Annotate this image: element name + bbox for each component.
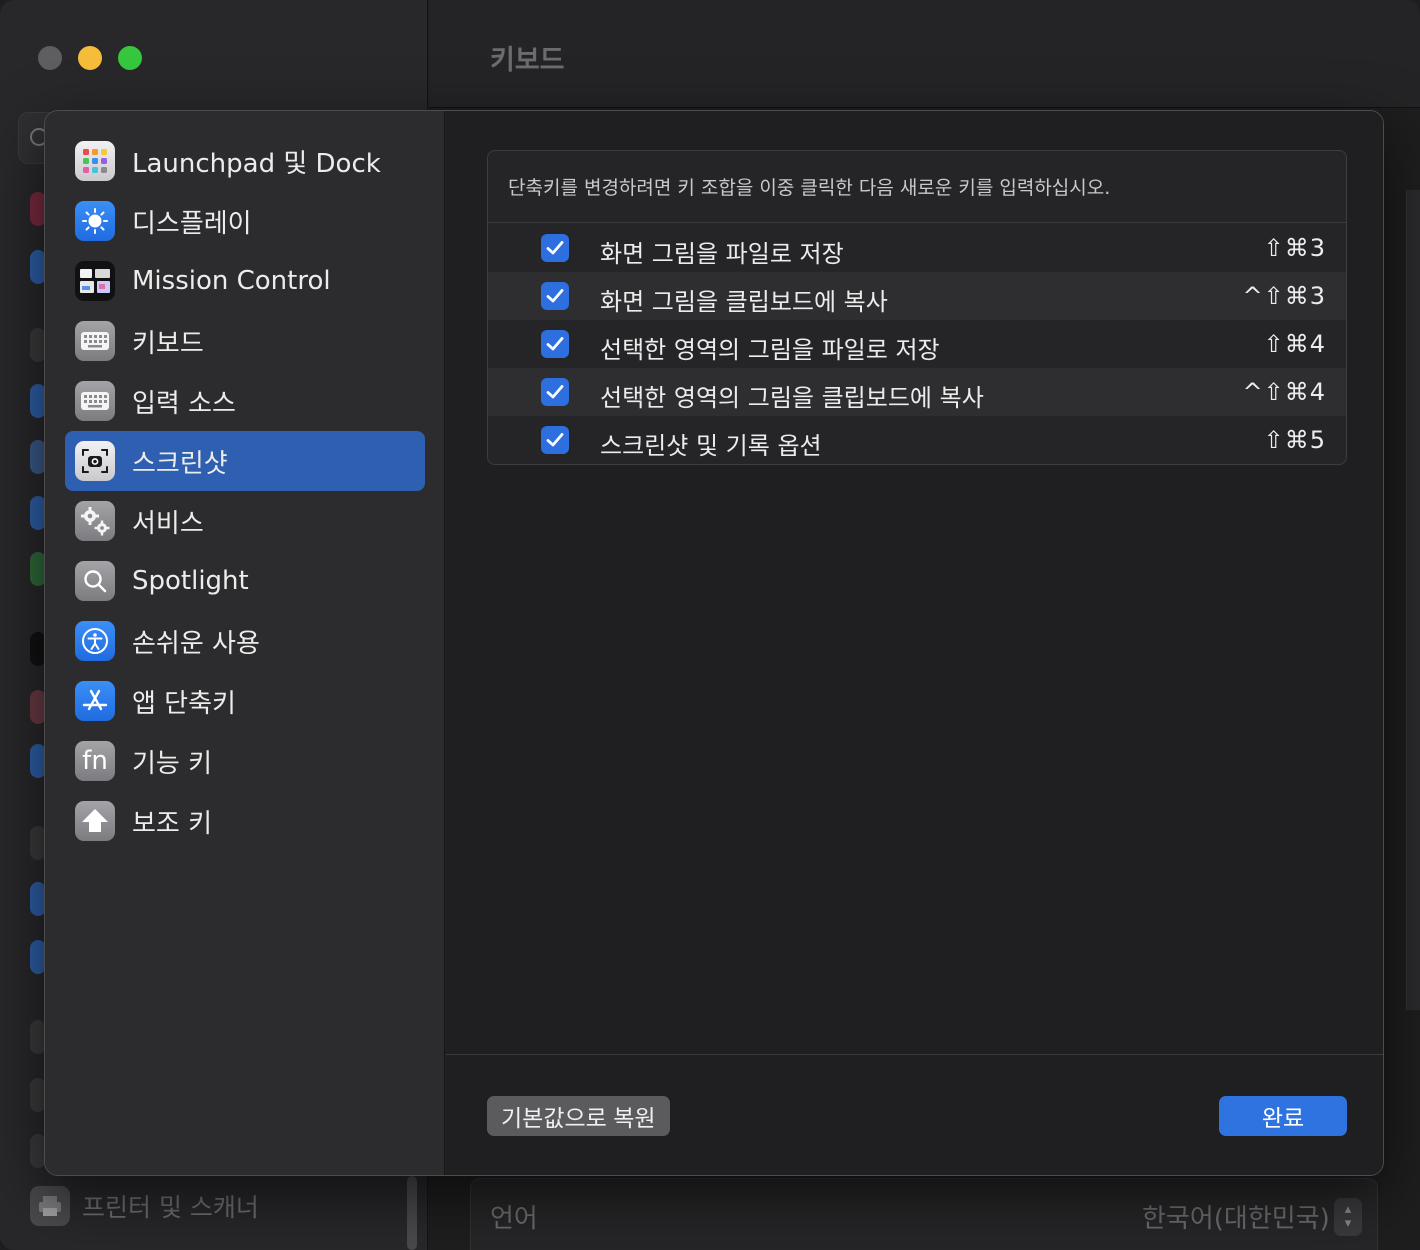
- sidebar-item-label: 디스플레이: [132, 208, 252, 239]
- sidebar-item-label: 입력 소스: [132, 388, 236, 419]
- sidebar-item-label: 앱 단축키: [132, 688, 236, 719]
- sidebar-item-services[interactable]: 서비스: [65, 491, 425, 551]
- background-titlebar: [429, 0, 1420, 108]
- sidebar-item-spotlight[interactable]: Spotlight: [65, 551, 425, 611]
- shortcut-rows: 화면 그림을 파일로 저장 ⇧⌘3 화면 그림을 클립보드에 복사 ^⇧⌘3 선…: [488, 224, 1346, 464]
- close-window-button[interactable]: [38, 46, 62, 70]
- shortcut-checkbox[interactable]: [541, 378, 569, 406]
- checkmark-icon: [546, 241, 564, 255]
- input-source-icon: [75, 381, 115, 421]
- language-value: 한국어(대한민국): [1142, 1204, 1330, 1234]
- sidebar-item-label: 스크린샷: [132, 448, 228, 479]
- sidebar-item-label: 기능 키: [132, 748, 213, 779]
- sidebar-item-label: 서비스: [132, 508, 204, 539]
- chevron-up-icon: ▴: [1344, 1202, 1352, 1217]
- sidebar-item-display[interactable]: 디스플레이: [65, 191, 425, 251]
- language-label: 언어: [490, 1204, 538, 1234]
- shortcut-row[interactable]: 화면 그림을 클립보드에 복사 ^⇧⌘3: [488, 272, 1346, 320]
- sidebar-item-app-shortcuts[interactable]: 앱 단축키: [65, 671, 425, 731]
- sidebar-item-label: 프린터 및 스캐너: [82, 1193, 259, 1222]
- launchpad-icon: [75, 141, 115, 181]
- instruction-text: 단축키를 변경하려면 키 조합을 이중 클릭한 다음 새로운 키를 입력하십시오…: [508, 177, 1111, 199]
- sidebar-item-input-sources[interactable]: 입력 소스: [65, 371, 425, 431]
- shortcut-checkbox[interactable]: [541, 282, 569, 310]
- restore-defaults-button[interactable]: 기본값으로 복원: [487, 1096, 670, 1136]
- printer-icon: [30, 1186, 70, 1226]
- shortcut-category-list: Launchpad 및 Dock 디스플레이 Mission Control 키…: [65, 131, 425, 851]
- sidebar-item-accessibility[interactable]: 손쉬운 사용: [65, 611, 425, 671]
- done-button[interactable]: 완료: [1219, 1096, 1347, 1136]
- shortcut-keys[interactable]: ⇧⌘5: [1264, 426, 1326, 454]
- checkmark-icon: [546, 385, 564, 399]
- shortcut-keys[interactable]: ^⇧⌘4: [1243, 378, 1327, 406]
- shortcut-label: 선택한 영역의 그림을 클립보드에 복사: [600, 384, 984, 412]
- chevron-down-icon: ▾: [1344, 1216, 1352, 1231]
- shortcut-row[interactable]: 선택한 영역의 그림을 파일로 저장 ⇧⌘4: [488, 320, 1346, 368]
- spotlight-icon: [75, 561, 115, 601]
- shortcut-label: 화면 그림을 클립보드에 복사: [600, 288, 888, 316]
- checkmark-icon: [546, 433, 564, 447]
- shortcut-label: 화면 그림을 파일로 저장: [600, 240, 844, 268]
- language-popup-button[interactable]: ▴ ▾: [1334, 1198, 1362, 1236]
- gears-icon: [75, 501, 115, 541]
- window-title: 키보드: [490, 45, 565, 76]
- sidebar-item-launchpad-dock[interactable]: Launchpad 및 Dock: [65, 131, 425, 191]
- keyboard-shortcuts-sheet: Launchpad 및 Dock 디스플레이 Mission Control 키…: [44, 110, 1384, 1176]
- shortcut-row[interactable]: 화면 그림을 파일로 저장 ⇧⌘3: [488, 224, 1346, 272]
- sidebar-item-label: Mission Control: [132, 266, 331, 296]
- sidebar-item-label: 키보드: [132, 328, 204, 359]
- display-brightness-icon: [75, 201, 115, 241]
- shortcut-keys[interactable]: ⇧⌘4: [1264, 330, 1326, 358]
- sidebar-item-keyboard[interactable]: 키보드: [65, 311, 425, 371]
- checkmark-icon: [546, 289, 564, 303]
- minimize-window-button[interactable]: [78, 46, 102, 70]
- sidebar-item-screenshots[interactable]: 스크린샷: [65, 431, 425, 491]
- maximize-window-button[interactable]: [118, 46, 142, 70]
- shortcut-label: 스크린샷 및 기록 옵션: [600, 432, 822, 460]
- sidebar-item-label: Launchpad 및 Dock: [132, 148, 381, 179]
- shortcuts-sidebar: Launchpad 및 Dock 디스플레이 Mission Control 키…: [45, 111, 445, 1175]
- checkmark-icon: [546, 337, 564, 351]
- sidebar-item-label: Spotlight: [132, 566, 249, 596]
- divider: [488, 222, 1346, 223]
- modifier-key-icon: [75, 801, 115, 841]
- sidebar-scrollbar[interactable]: [407, 1176, 417, 1250]
- screenshot-icon: [75, 441, 115, 481]
- shortcut-keys[interactable]: ^⇧⌘3: [1243, 282, 1327, 310]
- shortcut-label: 선택한 영역의 그림을 파일로 저장: [600, 336, 940, 364]
- shortcuts-main-pane: 단축키를 변경하려면 키 조합을 이중 클릭한 다음 새로운 키를 입력하십시오…: [446, 111, 1383, 1175]
- sidebar-item-mission-control[interactable]: Mission Control: [65, 251, 425, 311]
- sidebar-item-modifier-keys[interactable]: 보조 키: [65, 791, 425, 851]
- shortcut-checkbox[interactable]: [541, 426, 569, 454]
- footer-divider: [446, 1054, 1383, 1055]
- sidebar-item-printers[interactable]: 프린터 및 스캐너: [30, 1186, 259, 1226]
- shortcut-row[interactable]: 선택한 영역의 그림을 클립보드에 복사 ^⇧⌘4: [488, 368, 1346, 416]
- sidebar-item-function-keys[interactable]: fn 기능 키: [65, 731, 425, 791]
- shortcut-row[interactable]: 스크린샷 및 기록 옵션 ⇧⌘5: [488, 416, 1346, 464]
- shortcut-table: 단축키를 변경하려면 키 조합을 이중 클릭한 다음 새로운 키를 입력하십시오…: [487, 150, 1347, 465]
- keyboard-icon: [75, 321, 115, 361]
- sidebar-item-label: 손쉬운 사용: [132, 628, 260, 659]
- shortcut-checkbox[interactable]: [541, 330, 569, 358]
- mission-control-icon: [75, 261, 115, 301]
- shortcut-keys[interactable]: ⇧⌘3: [1264, 234, 1326, 262]
- shortcut-checkbox[interactable]: [541, 234, 569, 262]
- sidebar-item-label: 보조 키: [132, 808, 213, 839]
- app-shortcuts-icon: [75, 681, 115, 721]
- fn-key-icon: fn: [75, 741, 115, 781]
- main-scrollbar-track[interactable]: [1406, 190, 1420, 1010]
- accessibility-icon: [75, 621, 115, 661]
